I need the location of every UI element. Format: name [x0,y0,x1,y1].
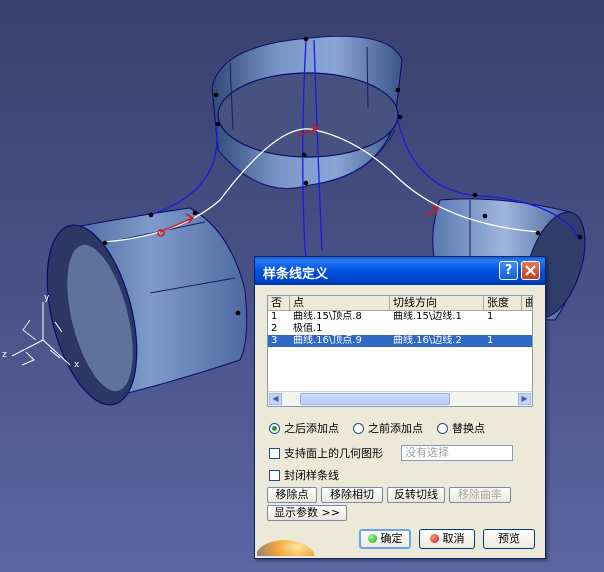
top-cylinder [211,35,403,189]
row-point: 曲线.16\顶点.9 [293,335,362,346]
ok-button[interactable]: 确定 [359,529,411,549]
radio-dot[interactable] [437,422,448,434]
points-list[interactable]: 否 点 切线方向 张度 曲 1 曲线.15\顶点.8 曲线.15\边线.1 1 … [267,295,533,407]
remove-curvature-button[interactable]: 移除曲率 [449,487,511,503]
dialog-titlebar[interactable]: 样条线定义 ? [255,257,545,285]
checkbox-box[interactable] [269,469,280,481]
radio-label: 替换点 [452,422,485,435]
radio-label: 之前添加点 [368,422,423,435]
row-tension: 1 [487,311,494,322]
list-row[interactable]: 2 极值.1 [268,323,532,335]
radio-add-before[interactable]: 之前添加点 [353,421,423,435]
catia-logo-icon [257,540,315,556]
checkbox-label: 支持面上的几何图形 [284,447,383,460]
radio-replace-point[interactable]: 替换点 [437,421,485,435]
x-axis-label: x [74,360,80,370]
close-button[interactable] [521,261,540,280]
col-header-point[interactable]: 点 [290,296,390,310]
spline-definition-dialog: 样条线定义 ? 否 点 切线方向 张度 曲 1 曲线.15\顶点.8 曲线.15… [254,256,546,559]
show-params-button[interactable]: 显示参数 >> [267,505,347,521]
radio-label: 之后添加点 [284,422,339,435]
remove-point-button[interactable]: 移除点 [267,487,317,503]
reverse-tangent-button[interactable]: 反转切线 [387,487,445,503]
cancel-label: 取消 [442,532,465,545]
row-tension: 1 [487,335,494,346]
col-header-tangent[interactable]: 切线方向 [390,296,484,310]
cancel-icon [429,534,439,543]
row-tangent: 曲线.16\边线.2 [393,335,462,346]
help-button[interactable]: ? [499,261,518,280]
support-geometry-checkbox[interactable]: 支持面上的几何图形 [269,446,383,460]
scroll-left-icon[interactable]: ◀ [269,393,282,405]
col-header-curvature[interactable]: 曲 [522,296,532,310]
row-point: 曲线.15\顶点.8 [293,311,362,322]
remove-tangent-button[interactable]: 移除相切 [321,487,383,503]
row-point: 极值.1 [293,323,323,334]
left-cylinder [46,207,248,406]
close-spline-checkbox[interactable]: 封闭样条线 [269,468,339,482]
radio-add-after[interactable]: 之后添加点 [269,421,339,435]
preview-button[interactable]: 预览 [483,529,535,549]
z-axis-label: z [2,350,7,360]
scroll-right-icon[interactable]: ▶ [518,393,531,405]
scroll-thumb[interactable] [300,393,450,405]
radio-dot[interactable] [269,422,280,434]
cancel-button[interactable]: 取消 [419,529,475,549]
y-axis-label: y [44,293,50,303]
col-header-tension[interactable]: 张度 [484,296,522,310]
checkbox-label: 封闭样条线 [284,469,339,482]
close-icon [525,265,536,276]
radio-dot[interactable] [353,422,364,434]
support-selection-field[interactable]: 没有选择 [401,445,513,461]
help-icon: ? [504,263,513,278]
list-row[interactable]: 1 曲线.15\顶点.8 曲线.15\边线.1 1 [268,311,532,323]
list-row-selected[interactable]: 3 曲线.16\顶点.9 曲线.16\边线.2 1 [268,335,532,347]
ok-icon [367,534,377,543]
col-header-no[interactable]: 否 [268,296,290,310]
list-header: 否 点 切线方向 张度 曲 [268,296,532,311]
horizontal-scrollbar[interactable]: ◀ ▶ [268,391,532,406]
row-tangent: 曲线.15\边线.1 [393,311,462,322]
checkbox-box[interactable] [269,447,280,459]
dialog-title: 样条线定义 [263,267,329,282]
ok-label: 确定 [380,532,403,545]
